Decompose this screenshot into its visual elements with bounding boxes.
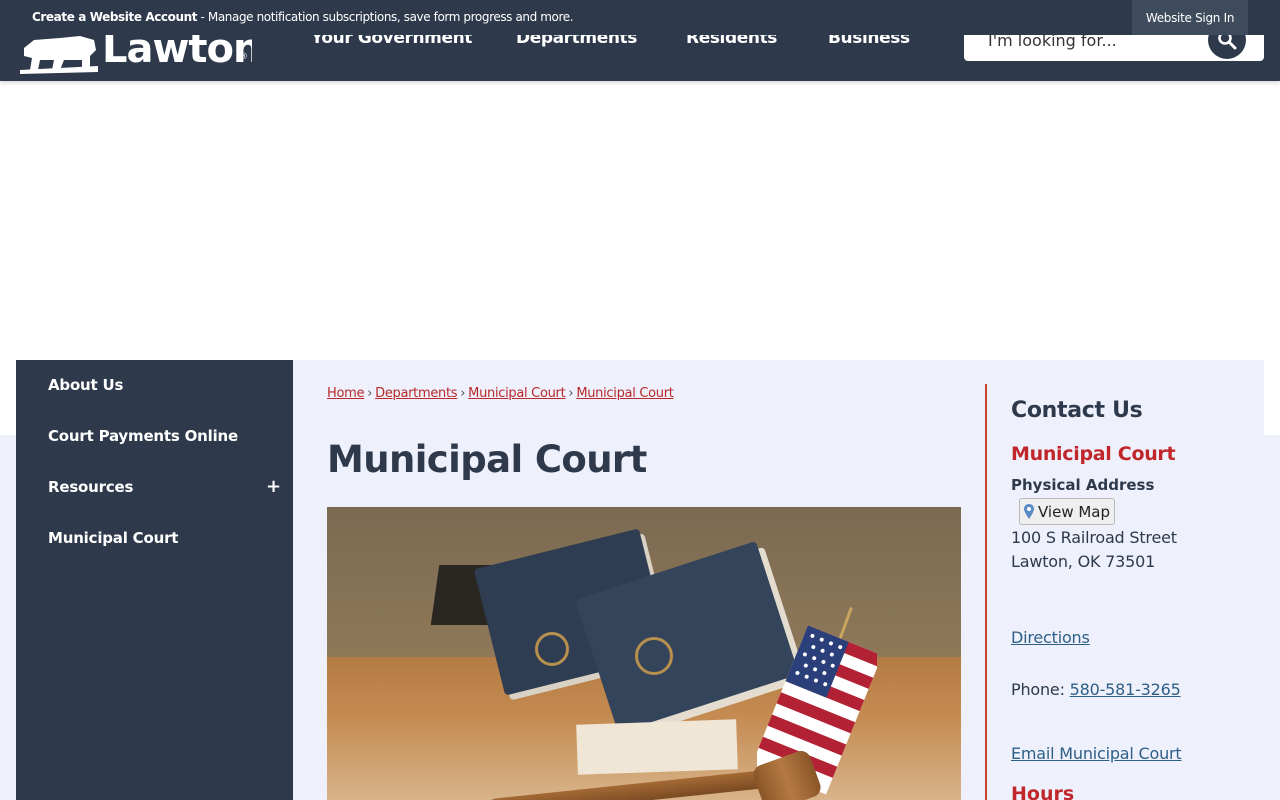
email-link[interactable]: Email Municipal Court bbox=[1011, 744, 1182, 763]
sidebar-item-municipal-court[interactable]: Municipal Court bbox=[48, 529, 178, 547]
contact-heading: Contact Us bbox=[1011, 398, 1143, 423]
phone-line: Phone: 580-581-3265 bbox=[1011, 680, 1181, 699]
contact-divider bbox=[985, 384, 987, 800]
photo-papers bbox=[576, 719, 738, 775]
map-pin-icon bbox=[1024, 504, 1034, 519]
breadcrumb-departments[interactable]: Departments bbox=[375, 386, 457, 401]
breadcrumb: Home › Departments › Municipal Court › Municip… bbox=[327, 386, 674, 401]
breadcrumb-home[interactable]: Home bbox=[327, 386, 365, 401]
breadcrumb-current[interactable]: Municipal Court bbox=[576, 386, 674, 401]
breadcrumb-separator: › bbox=[367, 386, 373, 401]
page-title: Municipal Court bbox=[327, 438, 647, 481]
breadcrumb-separator: › bbox=[460, 386, 466, 401]
physical-address-label: Physical Address bbox=[1011, 476, 1155, 494]
hours-heading: Hours bbox=[1011, 783, 1075, 800]
sidebar-item-court-payments[interactable]: Court Payments Online bbox=[48, 427, 238, 445]
promo-description: - Manage notification subscriptions, sav… bbox=[197, 10, 574, 24]
phone-link[interactable]: 580-581-3265 bbox=[1070, 680, 1181, 699]
expand-plus-icon[interactable]: + bbox=[266, 476, 281, 497]
registered-mark: ® bbox=[239, 52, 248, 62]
breadcrumb-municipal-court[interactable]: Municipal Court bbox=[468, 386, 566, 401]
account-promo-text[interactable]: Create a Website Account - Manage notifi… bbox=[32, 10, 574, 24]
book-seal-icon bbox=[535, 632, 569, 666]
sidebar-item-resources[interactable]: Resources bbox=[48, 478, 133, 496]
logo-wordmark: Lawton bbox=[102, 30, 252, 72]
address-city: Lawton, OK 73501 bbox=[1011, 552, 1156, 571]
address-street: 100 S Railroad Street bbox=[1011, 528, 1177, 547]
breadcrumb-separator: › bbox=[568, 386, 574, 401]
contact-panel: Contact Us Municipal Court Physical Addr… bbox=[1011, 384, 1251, 800]
view-map-label: View Map bbox=[1038, 502, 1111, 521]
directions-link[interactable]: Directions bbox=[1011, 628, 1090, 647]
view-map-button[interactable]: View Map bbox=[1019, 498, 1115, 525]
courtroom-photo bbox=[327, 507, 961, 800]
contact-org-name: Municipal Court bbox=[1011, 443, 1176, 465]
bison-logo-icon bbox=[20, 36, 98, 74]
phone-label: Phone: bbox=[1011, 680, 1070, 699]
department-sidebar: About Us Court Payments Online Resources… bbox=[16, 360, 293, 800]
account-promo-bar: Create a Website Account - Manage notifi… bbox=[0, 0, 1280, 35]
sidebar-item-about-us[interactable]: About Us bbox=[48, 376, 123, 394]
website-sign-in-button[interactable]: Website Sign In bbox=[1132, 0, 1248, 35]
book-seal-icon bbox=[635, 637, 673, 675]
city-logo[interactable]: Lawton ® bbox=[20, 30, 252, 74]
create-account-link[interactable]: Create a Website Account bbox=[32, 10, 198, 24]
